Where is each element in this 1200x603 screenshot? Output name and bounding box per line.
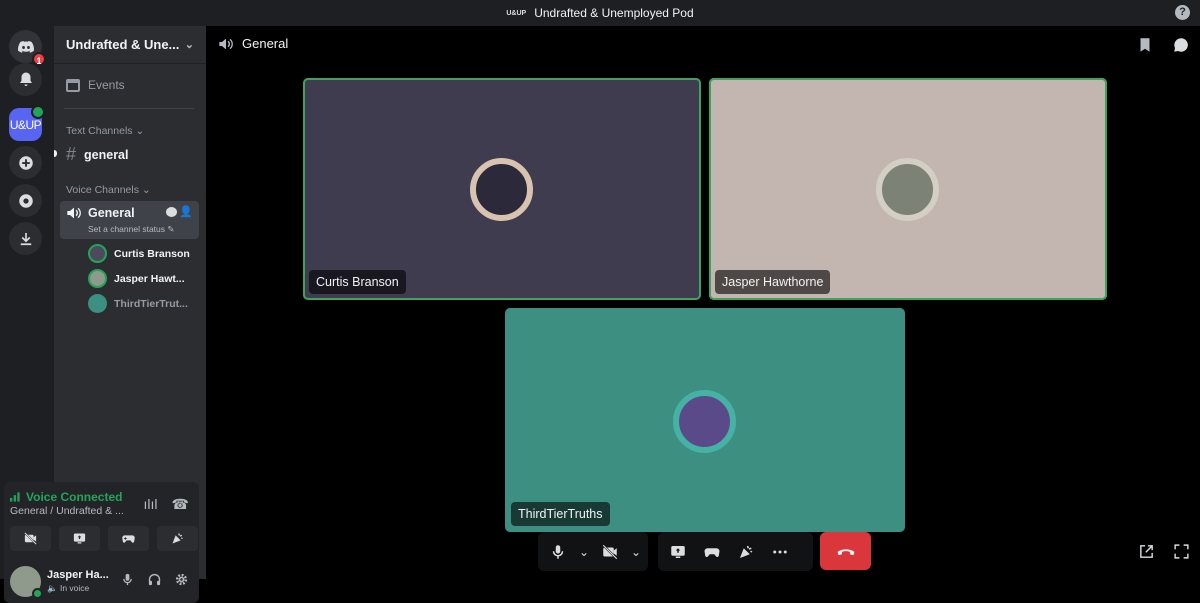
user-status: 🔈 In voice: [47, 583, 90, 593]
window-title: Undrafted & Unemployed Pod: [534, 6, 694, 20]
audio-video-controls: ⌄ ⌄: [538, 532, 648, 571]
participant-name: Jasper Hawthorne: [715, 270, 831, 294]
bell-icon: [19, 72, 32, 86]
soundboard-icon: [172, 533, 183, 544]
server-name: Undrafted & Une...: [66, 37, 180, 52]
speaker-icon: [219, 38, 233, 49]
screen-share-icon: [73, 533, 86, 544]
microphone-icon[interactable]: [120, 572, 135, 587]
compass-icon: [18, 193, 33, 208]
video-tile-curtis[interactable]: Curtis Branson: [303, 78, 701, 300]
unread-indicator: [54, 150, 57, 157]
help-icon[interactable]: ?: [1175, 5, 1190, 20]
category-voice-channels[interactable]: Voice Channels ⌄: [66, 184, 151, 196]
camera-button[interactable]: [10, 526, 51, 551]
user-name[interactable]: Jasper Ha...: [47, 569, 109, 581]
discover-button[interactable]: [9, 184, 42, 217]
gear-icon[interactable]: [174, 572, 189, 587]
soundboard-icon: [740, 545, 753, 558]
voice-user-curtis[interactable]: Curtis Branson: [88, 244, 190, 263]
soundboard-button[interactable]: [732, 538, 760, 565]
headphones-icon[interactable]: [147, 572, 162, 587]
events-link[interactable]: Events: [66, 78, 125, 92]
user-avatar[interactable]: [10, 566, 43, 599]
server-header[interactable]: Undrafted & Une... ⌄: [54, 26, 206, 64]
download-icon: [20, 232, 31, 245]
add-server-button[interactable]: [9, 146, 42, 179]
avatar: [88, 269, 107, 288]
user-area: Jasper Ha... 🔈 In voice: [4, 562, 199, 603]
channel-general-voice[interactable]: General Set a channel status ✎ 👤: [60, 201, 199, 239]
channel-sidebar: Undrafted & Une... ⌄ Events Text Channel…: [4, 26, 206, 603]
avatar: [88, 294, 107, 313]
hang-up-icon: [837, 549, 854, 556]
video-tile-thirdtier[interactable]: ThirdTierTruths: [505, 308, 905, 532]
pop-out-button[interactable]: [1138, 543, 1155, 565]
microphone-icon: [552, 544, 564, 559]
disconnect-icon[interactable]: ☎: [172, 496, 189, 513]
voice-user-thirdtier[interactable]: ThirdTierTrut...: [88, 294, 188, 313]
online-status-icon: [32, 588, 43, 599]
fullscreen-button[interactable]: [1173, 543, 1190, 565]
voice-active-indicator: [31, 105, 45, 119]
plus-icon: [18, 155, 33, 170]
channel-title: General: [242, 36, 289, 51]
voice-user-jasper[interactable]: Jasper Hawt...: [88, 269, 185, 288]
channel-status[interactable]: Set a channel status ✎: [88, 224, 175, 235]
activity-button[interactable]: [108, 526, 149, 551]
voice-panel: Voice Connected General / Undrafted & ..…: [4, 482, 199, 603]
bookmark-icon[interactable]: [1136, 36, 1154, 54]
speaker-icon: [67, 207, 81, 219]
share-screen-button[interactable]: [59, 526, 100, 551]
voice-connected-status[interactable]: Voice Connected: [10, 490, 122, 504]
chevron-down-icon: ⌄: [184, 39, 194, 51]
invite-icon[interactable]: 👤: [179, 205, 193, 218]
participant-name: ThirdTierTruths: [511, 502, 610, 526]
server-icon[interactable]: U&UP: [9, 105, 45, 141]
disconnect-button[interactable]: [820, 532, 871, 570]
soundboard-button[interactable]: [157, 526, 198, 551]
camera-options-chevron[interactable]: ⌄: [630, 538, 642, 565]
avatar: [88, 244, 107, 263]
avatar: [673, 390, 736, 453]
video-tile-jasper[interactable]: Jasper Hawthorne: [709, 78, 1107, 300]
mic-options-chevron[interactable]: ⌄: [578, 538, 590, 565]
calendar-icon: [66, 78, 80, 92]
camera-off-icon: [602, 543, 618, 560]
gamepad-icon: [704, 547, 720, 557]
channel-general-text[interactable]: # general: [66, 144, 128, 165]
mute-button[interactable]: [544, 538, 572, 565]
direct-messages-button[interactable]: 1: [9, 30, 46, 66]
voice-stage: General Curtis Branson Jasper Hawthorne …: [206, 26, 1200, 579]
chat-bubble-icon[interactable]: [1172, 36, 1190, 54]
activity-controls: [658, 532, 813, 571]
activity-button[interactable]: [698, 538, 726, 565]
hashtag-icon: #: [66, 144, 77, 164]
app-logo: U&UP: [506, 9, 527, 17]
notification-badge: 1: [32, 52, 46, 66]
signal-icon: [10, 492, 20, 502]
noise-suppression-icon[interactable]: ılıl: [144, 496, 158, 513]
category-text-channels[interactable]: Text Channels ⌄: [66, 125, 144, 137]
avatar: [470, 158, 533, 221]
gamepad-icon: [122, 535, 135, 543]
more-options-button[interactable]: [766, 538, 794, 565]
participant-name: Curtis Branson: [309, 270, 406, 294]
share-screen-button[interactable]: [664, 538, 692, 565]
pop-out-icon: [1140, 545, 1153, 558]
channel-header: General: [218, 36, 288, 51]
fullscreen-icon: [1174, 544, 1189, 559]
download-button[interactable]: [9, 222, 42, 255]
avatar: [876, 158, 939, 221]
chat-icon[interactable]: [166, 207, 177, 217]
inbox-button[interactable]: [9, 63, 42, 96]
discord-logo-icon: [17, 40, 34, 53]
camera-off-icon: [24, 532, 37, 545]
camera-button[interactable]: [596, 538, 624, 565]
sidebar-divider: [64, 108, 194, 109]
title-bar: U&UP Undrafted & Unemployed Pod ?: [0, 0, 1200, 26]
screen-share-icon: [671, 545, 685, 558]
voice-location[interactable]: General / Undrafted & ...: [10, 505, 124, 517]
ellipsis-icon: [773, 550, 787, 553]
